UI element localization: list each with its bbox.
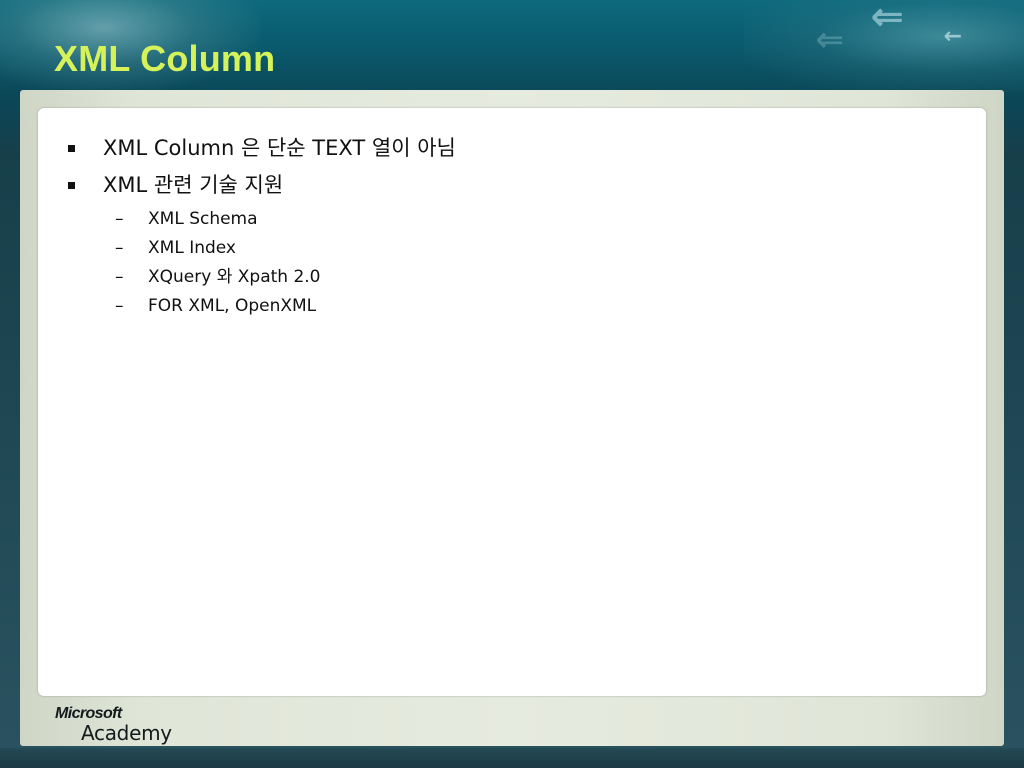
arrow-left-icon: ⇐ xyxy=(870,0,904,40)
arrow-left-icon: ← xyxy=(943,24,962,49)
dash-bullet-icon: – xyxy=(115,267,124,287)
footer-strip xyxy=(0,748,1024,768)
slide: ⇐ ⇐ ← XML Column XML Column 은 단순 TEXT 열이… xyxy=(0,0,1024,768)
sub-bullet-text: XML Schema xyxy=(148,209,258,229)
list-item: XML 관련 기술 지원 xyxy=(64,171,944,208)
bullet-text: XML Column 은 단순 TEXT 열이 아님 xyxy=(103,136,456,160)
list-item: XML Column 은 단순 TEXT 열이 아님 xyxy=(64,134,944,171)
arrow-left-icon: ⇐ xyxy=(815,20,845,60)
list-item: – FOR XML, OpenXML xyxy=(64,295,944,324)
logo-product: Academy xyxy=(81,721,172,745)
sub-bullet-text: XQuery 와 Xpath 2.0 xyxy=(148,267,321,287)
dash-bullet-icon: – xyxy=(115,238,124,258)
bullet-text: XML 관련 기술 지원 xyxy=(103,173,284,197)
list-item: – XML Index xyxy=(64,237,944,266)
microsoft-academy-logo: Microsoft Academy xyxy=(55,705,195,750)
square-bullet-icon xyxy=(68,182,75,189)
dash-bullet-icon: – xyxy=(115,296,124,316)
sub-bullet-text: XML Index xyxy=(148,238,236,258)
list-item: – XQuery 와 Xpath 2.0 xyxy=(64,266,944,295)
dash-bullet-icon: – xyxy=(115,209,124,229)
square-bullet-icon xyxy=(68,145,75,152)
sub-bullet-text: FOR XML, OpenXML xyxy=(148,296,317,316)
bullet-list: XML Column 은 단순 TEXT 열이 아님 XML 관련 기술 지원 … xyxy=(64,134,944,324)
slide-title: XML Column xyxy=(54,38,276,79)
list-item: – XML Schema xyxy=(64,208,944,237)
